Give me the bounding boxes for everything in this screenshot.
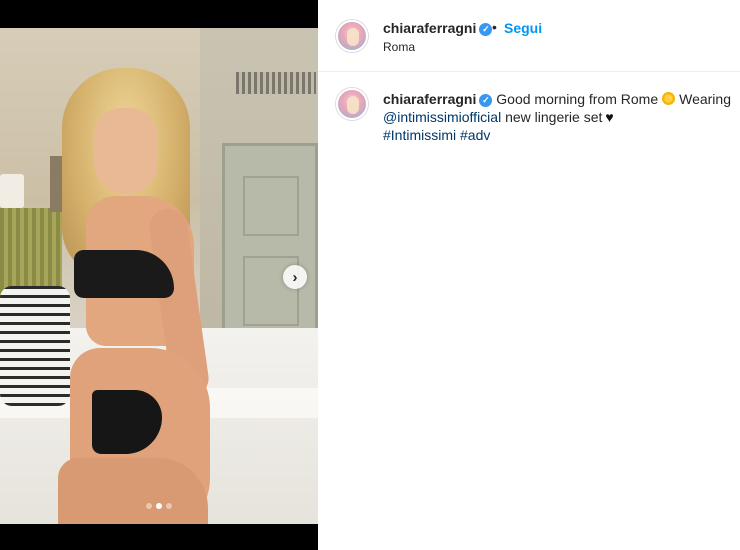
caption-author-avatar[interactable] xyxy=(336,88,368,120)
post-media: › xyxy=(0,0,318,550)
carousel-indicator xyxy=(0,503,318,509)
author-avatar[interactable] xyxy=(336,20,368,52)
mention-link[interactable]: @intimissimiofficial xyxy=(383,109,501,125)
caption-text-part: Good morning from Rome xyxy=(496,91,659,107)
lamp xyxy=(0,174,24,208)
lingerie-top xyxy=(74,250,174,298)
carousel-dot-active xyxy=(156,503,162,509)
hashtag-link[interactable]: #adv xyxy=(460,127,490,143)
person-legs xyxy=(58,458,208,524)
header-separator: • xyxy=(492,19,497,35)
caption-text-part: Wearing xyxy=(679,91,731,107)
carousel-next-button[interactable]: › xyxy=(283,265,307,289)
verified-badge-icon: ✓ xyxy=(479,23,493,36)
hashtag-link[interactable]: #Intimissimi xyxy=(383,127,456,143)
striped-pillow xyxy=(0,286,70,406)
post-location[interactable]: Roma xyxy=(383,40,415,54)
post-photo[interactable] xyxy=(0,28,318,524)
door xyxy=(222,143,318,353)
carousel-dot xyxy=(166,503,172,509)
post-header: chiaraferragni ✓ • Segui Roma xyxy=(318,0,740,72)
post-details-panel: chiaraferragni ✓ • Segui Roma chiaraferra… xyxy=(318,0,740,550)
carousel-dot xyxy=(146,503,152,509)
air-vent xyxy=(236,72,316,94)
author-username-text: chiaraferragni xyxy=(383,20,477,36)
caption-text: chiaraferragni ✓ Good morning from Rome We… xyxy=(383,90,740,144)
heart-emoji-icon: ♥ xyxy=(605,109,614,125)
chevron-right-icon: › xyxy=(292,268,298,286)
person-face xyxy=(94,108,158,194)
caption-author-username[interactable]: chiaraferragni ✓ xyxy=(383,91,493,107)
door-panel xyxy=(243,176,299,236)
caption-author-username-text: chiaraferragni xyxy=(383,91,477,107)
caption-text-part: new lingerie set xyxy=(505,109,603,125)
sun-emoji-icon xyxy=(662,92,676,105)
follow-button[interactable]: Segui xyxy=(504,20,542,36)
author-username[interactable]: chiaraferragni ✓ xyxy=(383,20,493,36)
verified-badge-icon: ✓ xyxy=(479,93,493,107)
